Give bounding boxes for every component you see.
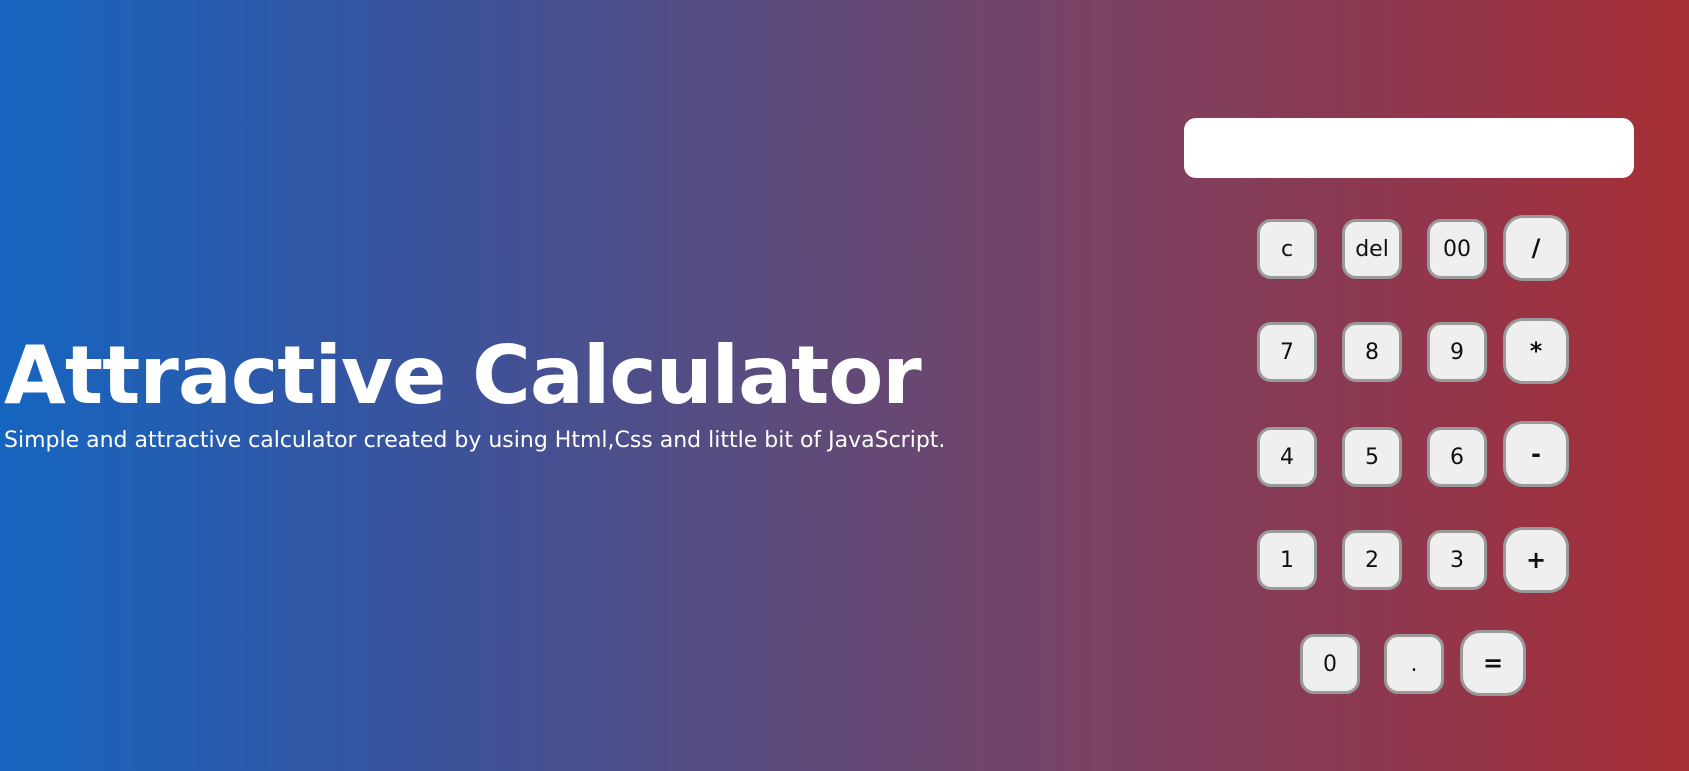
- calculator-display[interactable]: [1184, 118, 1634, 178]
- multiply-button[interactable]: *: [1503, 318, 1569, 384]
- delete-button[interactable]: del: [1342, 219, 1402, 279]
- page-title: Attractive Calculator: [4, 329, 922, 422]
- nine-button[interactable]: 9: [1427, 322, 1487, 382]
- two-button[interactable]: 2: [1342, 530, 1402, 590]
- one-button[interactable]: 1: [1257, 530, 1317, 590]
- five-button[interactable]: 5: [1342, 427, 1402, 487]
- divide-button[interactable]: /: [1503, 215, 1569, 281]
- four-button[interactable]: 4: [1257, 427, 1317, 487]
- three-button[interactable]: 3: [1427, 530, 1487, 590]
- six-button[interactable]: 6: [1427, 427, 1487, 487]
- equals-button[interactable]: =: [1460, 630, 1526, 696]
- zero-button[interactable]: 0: [1300, 634, 1360, 694]
- eight-button[interactable]: 8: [1342, 322, 1402, 382]
- hero-section: Attractive Calculator Simple and attract…: [4, 330, 945, 456]
- clear-button[interactable]: c: [1257, 219, 1317, 279]
- double-zero-button[interactable]: 00: [1427, 219, 1487, 279]
- seven-button[interactable]: 7: [1257, 322, 1317, 382]
- add-button[interactable]: +: [1503, 527, 1569, 593]
- decimal-button[interactable]: .: [1384, 634, 1444, 694]
- subtract-button[interactable]: -: [1503, 421, 1569, 487]
- page-subtitle: Simple and attractive calculator created…: [4, 428, 946, 453]
